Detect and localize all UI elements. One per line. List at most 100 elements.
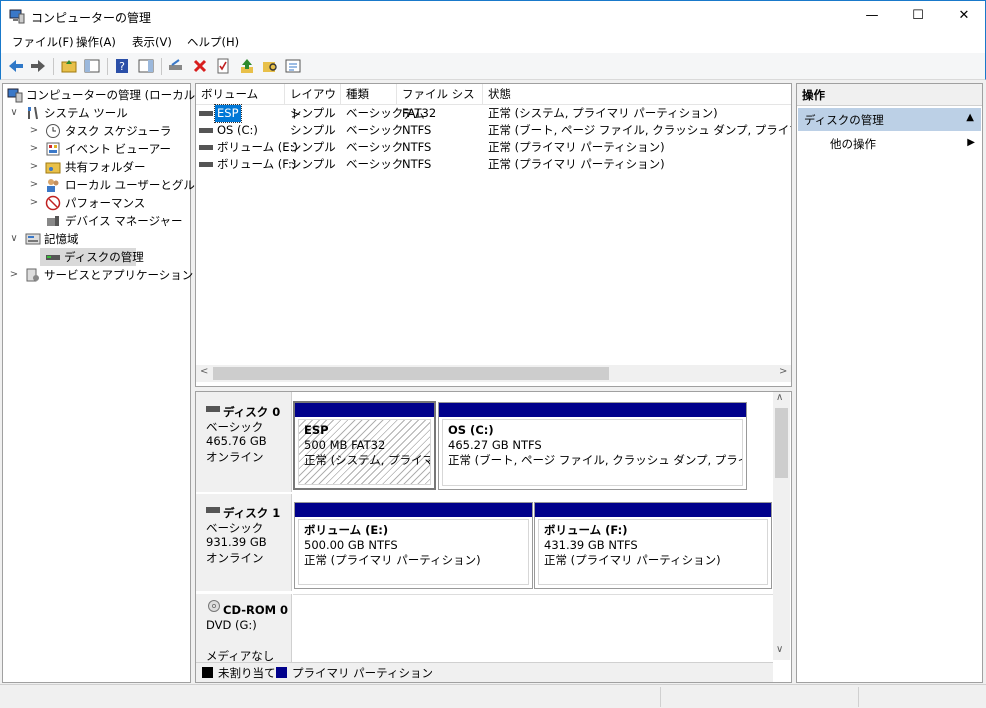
tree-item-shared-folders[interactable]: > 共有フォルダー — [3, 158, 190, 176]
tree-item-services-apps[interactable]: > サービスとアプリケーション — [3, 266, 194, 284]
tree-label-services-apps: サービスとアプリケーション — [44, 268, 194, 282]
table-row[interactable]: ESP シンプル ベーシック FAT32 正常 (システム, プライマリ パーテ… — [196, 104, 791, 123]
scroll-left-icon[interactable]: < — [200, 366, 208, 377]
show-hide-tree-icon[interactable] — [83, 57, 101, 75]
disk1-type: ベーシック — [206, 521, 264, 535]
tree-item-system-tools[interactable]: ∨ システム ツール — [3, 104, 190, 122]
tree-label-root: コンピューターの管理 (ローカル) — [26, 88, 200, 102]
disk1-info[interactable]: ディスク 1 ベーシック 931.39 GB オンライン — [196, 494, 292, 591]
partition-volume-e[interactable]: ボリューム (E:) 500.00 GB NTFS 正常 (プライマリ パーティ… — [294, 502, 533, 589]
chevron-right-icon[interactable]: > — [29, 158, 39, 176]
chevron-right-icon[interactable]: > — [29, 140, 39, 158]
toolbar: ? — [0, 53, 986, 80]
partition-esp[interactable]: ESP 500 MB FAT32 正常 (システム, プライマリ パ — [293, 401, 436, 490]
tree-item-disk-management[interactable]: ディスクの管理 — [40, 248, 144, 266]
scroll-down-icon[interactable]: ∨ — [776, 644, 783, 655]
tree-label-disk-management: ディスクの管理 — [64, 250, 144, 264]
cell-status: 正常 (プライマリ パーティション) — [488, 157, 665, 171]
disk0-status: オンライン — [206, 450, 264, 464]
cell-layout: シンプル — [290, 157, 336, 171]
tree-item-device-manager[interactable]: デバイス マネージャー — [3, 212, 190, 230]
disk0-type: ベーシック — [206, 420, 264, 434]
column-header-volume[interactable]: ボリューム — [196, 84, 285, 105]
disk1-status: オンライン — [206, 551, 264, 565]
cell-filesystem: NTFS — [402, 157, 432, 171]
tree-item-task-scheduler[interactable]: > タスク スケジューラ — [3, 122, 190, 140]
scrollbar-thumb[interactable] — [775, 408, 788, 478]
scrollbar-thumb[interactable] — [213, 367, 609, 380]
help-icon[interactable]: ? — [113, 57, 131, 75]
menu-action[interactable]: 操作(A) — [76, 34, 116, 50]
column-header-type[interactable]: 種類 — [341, 84, 397, 105]
partition-os-c[interactable]: OS (C:) 465.27 GB NTFS 正常 (ブート, ページ ファイル… — [438, 402, 747, 490]
clock-icon — [46, 124, 60, 138]
partition-size: 500.00 GB NTFS — [304, 538, 398, 552]
cell-volume: ボリューム (E:) — [217, 140, 298, 154]
partition-size: 431.39 GB NTFS — [544, 538, 638, 552]
tree-item-storage[interactable]: ∨ 記憶域 — [3, 230, 190, 248]
tree-item-local-users[interactable]: > ローカル ユーザーとグループ — [3, 176, 217, 194]
chevron-down-icon[interactable]: ∨ — [9, 230, 19, 248]
up-arrow-icon[interactable] — [238, 57, 256, 75]
action-section-title: ディスクの管理 — [804, 113, 884, 127]
partition-bar — [295, 503, 532, 517]
volume-icon — [199, 162, 213, 167]
search-folder-icon[interactable] — [261, 57, 279, 75]
cell-filesystem: NTFS — [402, 140, 432, 154]
delete-icon[interactable] — [191, 57, 209, 75]
chevron-right-icon[interactable]: > — [29, 176, 39, 194]
menu-view[interactable]: 表示(V) — [132, 34, 172, 50]
cd-icon — [208, 600, 220, 612]
cell-volume: ESP — [214, 104, 242, 123]
cell-status: 正常 (ブート, ページ ファイル, クラッシュ ダンプ, プライマリ パーティ… — [488, 123, 791, 137]
menu-file[interactable]: ファイル(F) — [12, 34, 74, 50]
chevron-right-icon[interactable]: > — [9, 266, 19, 284]
scroll-right-icon[interactable]: > — [779, 366, 787, 377]
legend-unallocated: 未割り当て — [218, 666, 276, 680]
partition-volume-f[interactable]: ボリューム (F:) 431.39 GB NTFS 正常 (プライマリ パーティ… — [534, 502, 772, 589]
list-view-icon[interactable] — [284, 57, 302, 75]
chevron-down-icon[interactable]: ∨ — [9, 104, 19, 122]
horizontal-scrollbar[interactable]: < > — [196, 365, 791, 382]
action-section-disk-management[interactable]: ディスクの管理 ▲ — [798, 108, 981, 131]
status-segment — [858, 687, 984, 707]
disk0-size: 465.76 GB — [206, 434, 267, 448]
action-more-actions[interactable]: 他の操作 ▶ — [798, 134, 981, 154]
table-row[interactable]: OS (C:) シンプル ベーシック NTFS 正常 (ブート, ページ ファイ… — [196, 122, 791, 139]
maximize-button[interactable]: ☐ — [895, 1, 941, 31]
connect-drive-icon[interactable] — [167, 57, 185, 75]
partition-status: 正常 (プライマリ パーティション) — [304, 553, 481, 567]
close-button[interactable]: ✕ — [941, 1, 986, 31]
cdrom-info[interactable]: CD-ROM 0 DVD (G:) メディアなし — [196, 594, 292, 666]
up-folder-icon[interactable] — [60, 57, 78, 75]
disk-icon — [206, 507, 220, 513]
legend-primary: プライマリ パーティション — [292, 666, 433, 680]
tree-item-root[interactable]: コンピューターの管理 (ローカル) — [3, 86, 200, 104]
collapse-up-icon[interactable]: ▲ — [966, 112, 974, 123]
scroll-up-icon[interactable]: ∧ — [776, 392, 783, 403]
tree-item-performance[interactable]: > パフォーマンス — [3, 194, 190, 212]
menu-help[interactable]: ヘルプ(H) — [187, 34, 239, 50]
table-row[interactable]: ボリューム (E:) シンプル ベーシック NTFS 正常 (プライマリ パーテ… — [196, 139, 791, 156]
primary-swatch — [276, 667, 287, 678]
action-pane: 操作 ディスクの管理 ▲ 他の操作 ▶ — [796, 83, 983, 683]
tree-label-device-manager: デバイス マネージャー — [65, 214, 183, 228]
shared-folder-icon — [45, 162, 61, 174]
tree-label-task-scheduler: タスク スケジューラ — [65, 124, 172, 138]
cell-layout: シンプル — [290, 106, 336, 120]
action-pane-icon[interactable] — [137, 57, 155, 75]
minimize-button[interactable]: — — [849, 1, 895, 31]
chevron-right-icon[interactable]: > — [29, 122, 39, 140]
column-header-status[interactable]: 状態 — [483, 84, 791, 105]
table-row[interactable]: ボリューム (F:) シンプル ベーシック NTFS 正常 (プライマリ パーテ… — [196, 156, 791, 173]
forward-icon[interactable] — [29, 57, 47, 75]
column-header-layout[interactable]: レイアウト — [285, 84, 341, 121]
chevron-right-icon[interactable]: > — [29, 194, 39, 212]
properties-icon[interactable] — [214, 57, 232, 75]
tree-item-event-viewer[interactable]: > イベント ビューアー — [3, 140, 190, 158]
disk0-info[interactable]: ディスク 0 ベーシック 465.76 GB オンライン — [196, 392, 292, 492]
column-header-filesystem[interactable]: ファイル システム — [397, 84, 483, 121]
device-manager-icon — [47, 216, 59, 226]
vertical-scrollbar[interactable]: ∧ ∨ — [773, 392, 790, 660]
back-icon[interactable] — [7, 57, 25, 75]
